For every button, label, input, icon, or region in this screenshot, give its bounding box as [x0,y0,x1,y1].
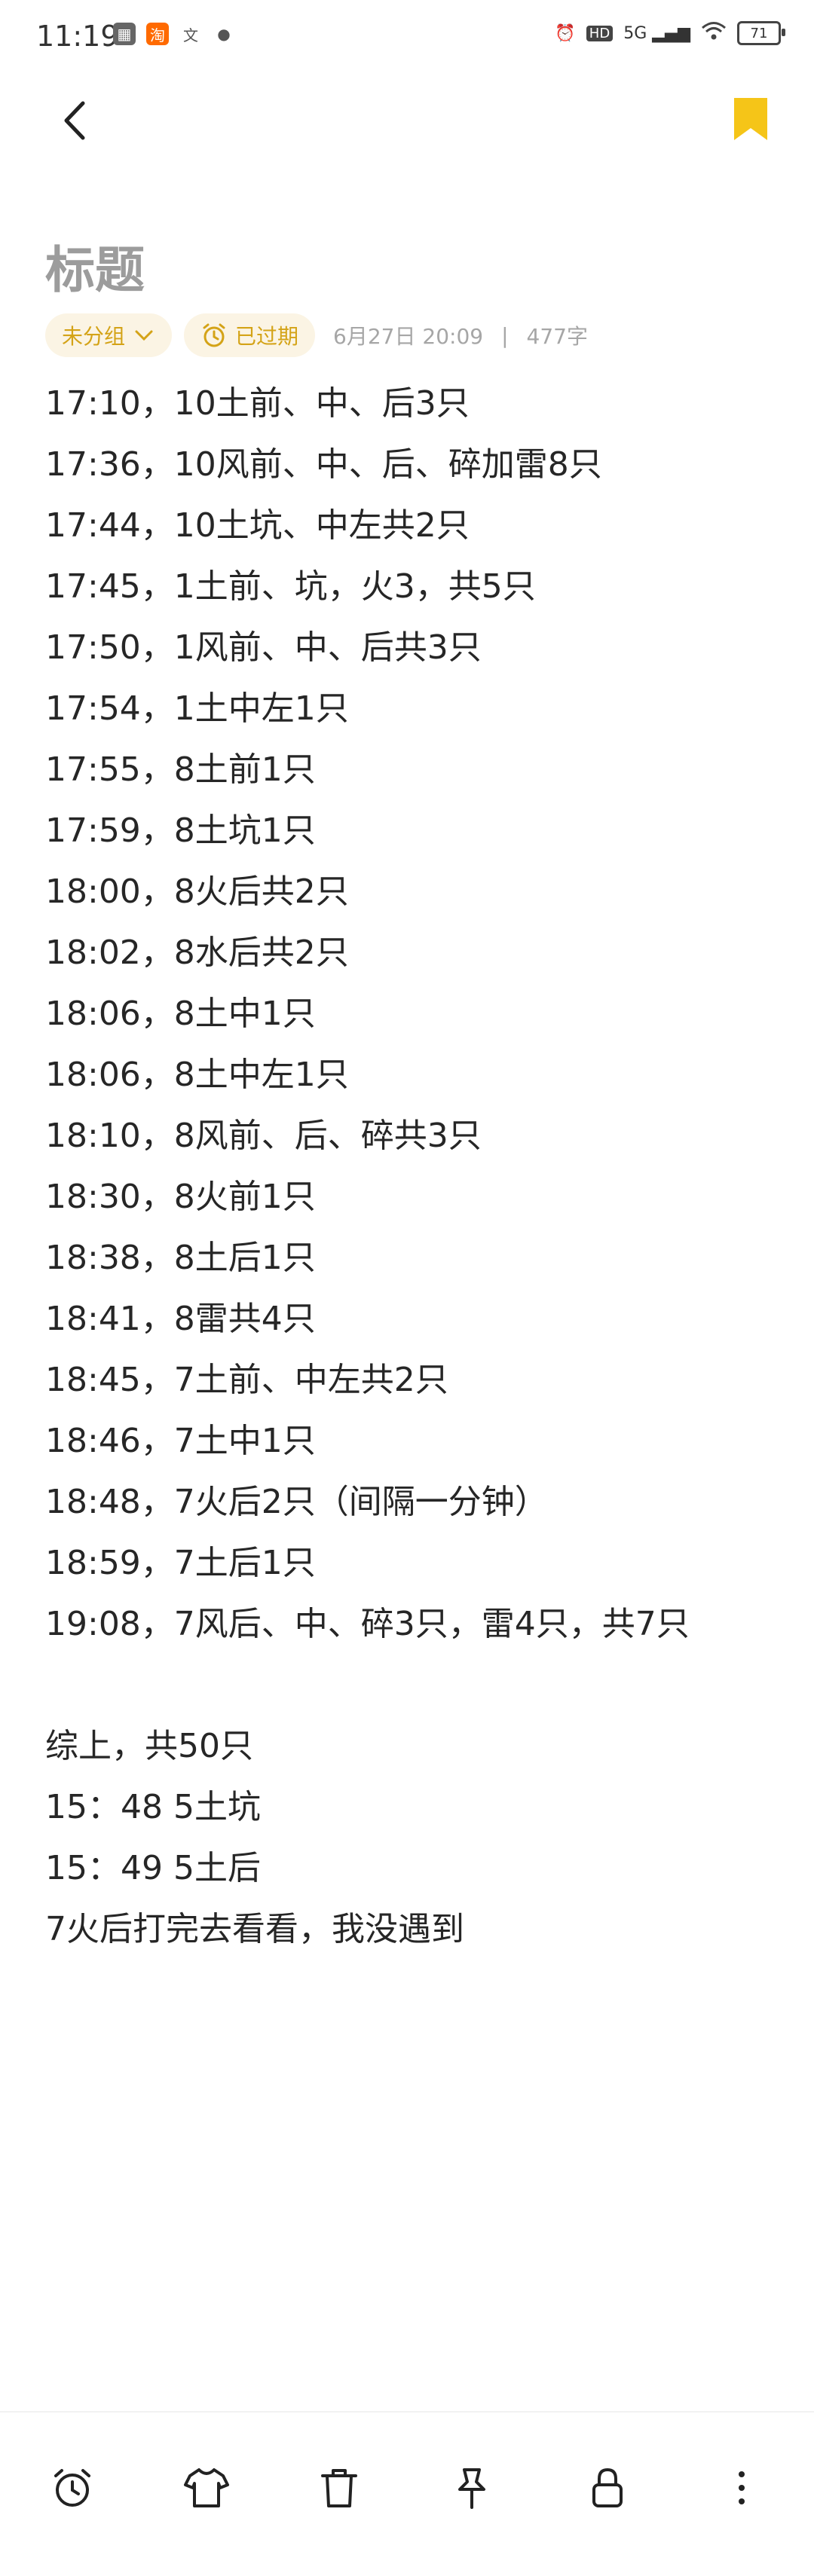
note-line: 17:44，10土坑、中左共2只 [45,506,470,545]
note-line: 18:06，8土中1只 [45,995,316,1033]
note-line: 18:06，8土中左1只 [45,1056,349,1094]
note-line: 7火后打完去看看，我没遇到 [45,1910,464,1948]
chevron-left-icon [64,101,85,140]
note-line: 17:45，1土前、坑，火3，共5只 [45,567,536,606]
note-body[interactable]: 17:10，10土前、中、后3只 17:36，10风前、中、后、碎加雷8只 17:4… [45,373,769,1960]
wifi-icon [701,21,727,45]
chevron-down-icon [135,330,153,341]
bookmark-button[interactable] [731,95,770,143]
alarm-icon [54,2469,90,2507]
status-bar: 11:19 ▦ 淘 文 ● ⏰ HD 5G ▂▄▆ 71 [0,0,814,75]
lock-button[interactable] [577,2458,638,2518]
note-line: 15：48 5土坑 [45,1788,261,1826]
shirt-icon [184,2468,229,2507]
translate-icon: 文 [179,23,202,45]
note-line: 18:10，8风前、后、碎共3只 [45,1117,482,1155]
note-line: 19:08，7风后、中、碎3只，雷4只，共7只 [45,1605,690,1643]
top-bar [0,90,814,151]
note-line: 18:48，7火后2只（间隔一分钟） [45,1483,548,1521]
note-date: 6月27日 20:09 [333,324,484,349]
battery-icon: 71 [737,21,785,45]
lock-icon [592,2468,623,2507]
bookmark-icon [734,98,767,140]
note-line: 综上，共50只 [45,1727,253,1765]
meta-separator: | [501,322,509,348]
back-button[interactable] [54,94,99,147]
note-line: 17:50，1风前、中、后共3只 [45,628,482,667]
status-right-icons: ⏰ HD 5G ▂▄▆ 71 [555,21,785,45]
delete-button[interactable] [309,2458,369,2518]
note-line: 18:38，8土后1只 [45,1239,316,1277]
note-line: 18:59，7土后1只 [45,1544,316,1582]
note-line: 17:10，10土前、中、后3只 [45,384,470,423]
reminder-label: 已过期 [235,324,299,349]
reminder-chip[interactable]: 已过期 [184,313,316,357]
bottom-toolbar [0,2411,814,2576]
note-line: 17:55，8土前1只 [45,750,316,789]
reminder-button[interactable] [42,2458,103,2518]
taobao-icon: 淘 [146,23,169,45]
alarm-clock-icon [203,323,225,347]
more-icon [739,2471,745,2504]
pin-icon [458,2468,485,2509]
note-line [45,1655,769,1716]
note-line: 17:36，10风前、中、后、碎加雷8只 [45,445,602,484]
notification-icon: ▦ [113,23,136,45]
group-label: 未分组 [62,324,126,349]
pin-button[interactable] [442,2458,502,2518]
note-line: 18:00，8火后共2只 [45,872,349,911]
note-line: 17:59，8土坑1只 [45,811,316,850]
note-line: 18:02，8水后共2只 [45,934,349,972]
group-selector[interactable]: 未分组 [45,313,173,357]
note-line: 18:45，7土前、中左共2只 [45,1361,448,1399]
more-button[interactable] [711,2458,772,2518]
note-title[interactable]: 标题 [45,230,145,302]
trash-icon [321,2469,357,2507]
note-line: 15：49 5土后 [45,1849,261,1887]
status-left-icons: ▦ 淘 文 ● [113,23,235,45]
alarm-status-icon: ⏰ [555,23,576,43]
status-time: 11:19 [36,20,119,53]
word-count: 477字 [526,324,588,349]
theme-button[interactable] [176,2458,237,2518]
signal-icon: 5G ▂▄▆ [623,23,690,43]
note-line: 18:30，8火前1只 [45,1178,316,1216]
note-line: 17:54，1土中左1只 [45,689,349,728]
note-line: 18:41，8雷共4只 [45,1300,316,1338]
chat-icon: ● [213,23,235,45]
note-line: 18:46，7土中1只 [45,1422,316,1460]
hd-badge: HD [586,25,614,41]
battery-level: 71 [750,25,768,41]
network-label: 5G [623,23,647,43]
note-meta: 未分组 已过期 6月27日 20:09 | 477字 [45,313,588,358]
